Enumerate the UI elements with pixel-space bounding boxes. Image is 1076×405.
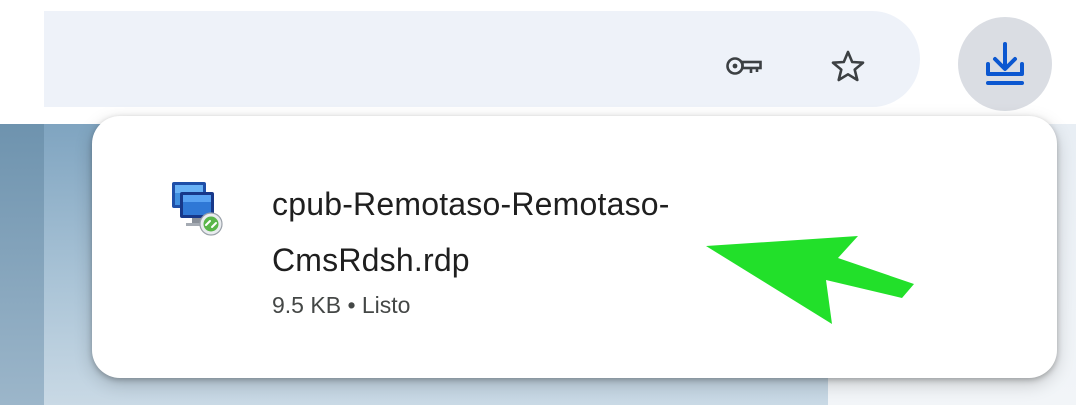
download-size: 9.5 KB: [272, 292, 342, 318]
download-status-label: Listo: [361, 292, 411, 318]
browser-toolbar: [0, 0, 1076, 124]
download-status: 9.5 KB • Listo: [272, 292, 410, 319]
download-button[interactable]: [958, 17, 1052, 111]
address-bar[interactable]: [44, 11, 920, 107]
page-background-left: [0, 124, 44, 405]
key-icon[interactable]: [725, 46, 765, 86]
browser-window: cpub-Remotaso-Remotaso-CmsRdsh.rdp 9.5 K…: [0, 0, 1076, 405]
remote-desktop-file-icon: [164, 176, 230, 242]
meta-separator: •: [347, 292, 356, 318]
download-icon: [986, 42, 1024, 85]
annotation-arrow: [706, 236, 914, 324]
star-icon[interactable]: [828, 46, 868, 86]
